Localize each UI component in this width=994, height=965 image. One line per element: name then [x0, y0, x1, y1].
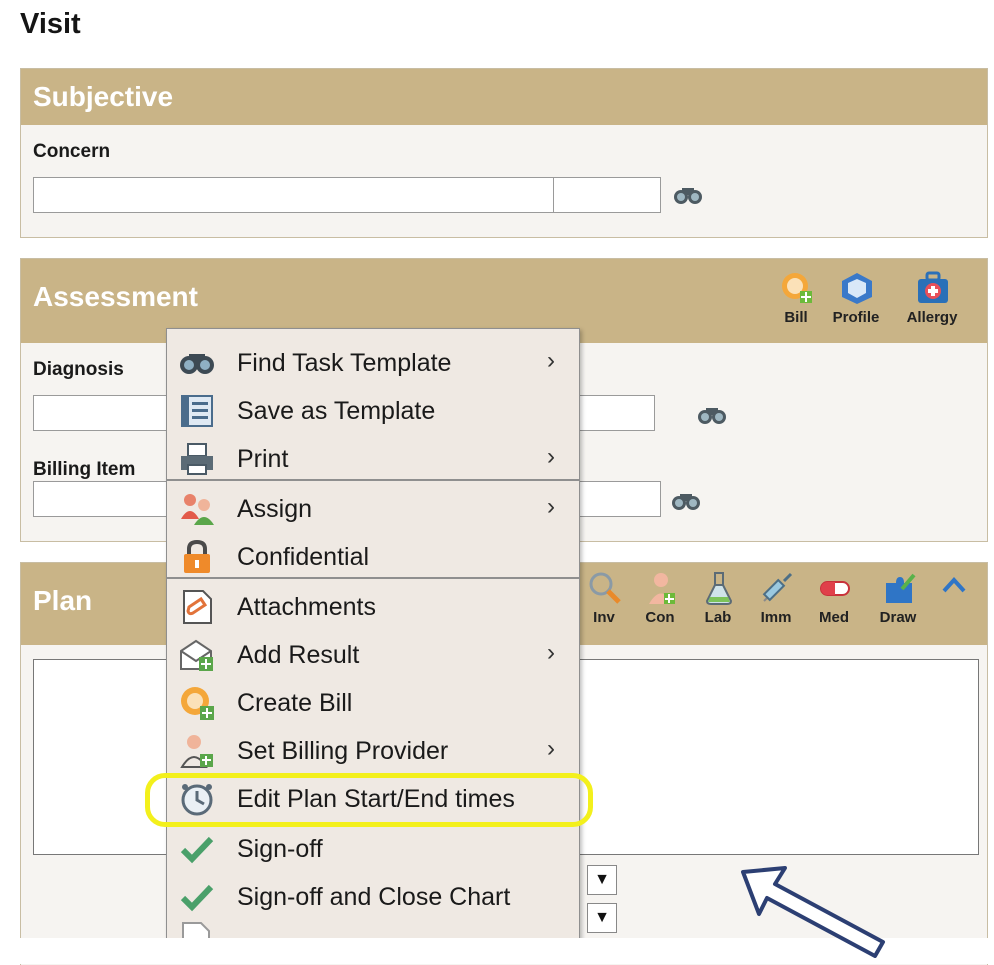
diagnosis-label: Diagnosis — [33, 359, 124, 380]
menu-item-sign-off[interactable]: Sign-off — [167, 825, 577, 873]
binoculars-icon[interactable] — [671, 491, 701, 516]
add-result-icon — [180, 639, 213, 671]
med-label: Med — [819, 609, 849, 626]
menu-item-print[interactable]: Print › — [167, 435, 577, 483]
concern-label: Concern — [33, 141, 111, 162]
medical-kit-icon — [918, 271, 948, 303]
printer-icon — [181, 443, 213, 475]
menu-item-label: Create Bill — [237, 689, 353, 717]
menu-item-label: Add Result — [237, 641, 360, 669]
menu-item-find-task-template[interactable]: Find Task Template › — [167, 339, 577, 387]
arrow-annotation-icon — [735, 862, 895, 963]
menu-item-label: Sign-off — [237, 835, 323, 863]
allergy-label: Allergy — [906, 309, 958, 326]
flask-icon — [705, 572, 733, 605]
menu-item-label: Save as Template — [237, 397, 436, 425]
checkmark-icon — [180, 884, 214, 912]
menu-item-confidential[interactable]: Confidential — [167, 533, 577, 581]
template-icon — [181, 395, 213, 427]
draw-label: Draw — [879, 609, 917, 626]
binoculars-icon — [180, 354, 214, 374]
highlight-annotation — [145, 773, 593, 827]
concern-input[interactable] — [33, 177, 555, 213]
menu-item-label: Assign — [237, 495, 313, 523]
chevron-right-icon: › — [547, 443, 555, 470]
menu-item-label: Attachments — [237, 593, 376, 621]
menu-item-label: Set Billing Provider — [237, 737, 449, 765]
syringe-icon — [762, 572, 793, 602]
menu-item-save-as-template[interactable]: Save as Template — [167, 387, 577, 435]
binoculars-icon[interactable] — [673, 185, 703, 210]
people-icon — [181, 494, 214, 525]
plan-select-1[interactable]: ▼ — [587, 865, 617, 895]
menu-item-label: Confidential — [237, 543, 370, 571]
inv-label: Inv — [593, 609, 615, 626]
menu-item-create-bill[interactable]: Create Bill — [167, 679, 577, 727]
chevron-right-icon: › — [547, 347, 555, 374]
chevron-right-icon: › — [547, 639, 555, 666]
profile-icon — [842, 273, 872, 304]
binoculars-icon[interactable] — [697, 405, 727, 430]
attachment-icon — [183, 590, 212, 624]
lab-label: Lab — [704, 609, 732, 626]
collapse-chevron-icon[interactable] — [941, 575, 967, 600]
imm-label: Imm — [760, 609, 792, 626]
page-title: Visit — [20, 8, 81, 40]
menu-separator — [167, 479, 579, 481]
menu-separator — [167, 577, 579, 579]
menu-item-sign-off-close-chart[interactable]: Sign-off and Close Chart — [167, 873, 577, 921]
subjective-title: Subjective — [33, 81, 174, 112]
assessment-title: Assessment — [33, 281, 198, 312]
subjective-section: Subjective Concern — [20, 68, 988, 238]
checkmark-icon — [180, 836, 214, 864]
lock-icon — [184, 539, 210, 573]
plan-title: Plan — [33, 585, 93, 616]
profile-label: Profile — [832, 309, 880, 326]
concern-code-input[interactable] — [553, 177, 661, 213]
magnifier-icon — [589, 572, 621, 604]
menu-item-label: Print — [237, 445, 289, 473]
create-bill-icon — [181, 687, 214, 720]
chevron-right-icon: › — [547, 493, 555, 520]
menu-item-assign[interactable]: Assign › — [167, 485, 577, 533]
billing-item-label: Billing Item — [33, 459, 136, 480]
context-menu: Find Task Template › Save as Template Pr… — [166, 328, 580, 942]
con-label: Con — [645, 609, 675, 626]
menu-item-label: Find Task Template — [237, 349, 452, 377]
capsule-icon — [820, 581, 850, 596]
menu-item-add-result[interactable]: Add Result › — [167, 631, 577, 679]
puzzle-icon — [886, 573, 916, 603]
menu-item-attachments[interactable]: Attachments — [167, 583, 577, 631]
consult-icon — [649, 573, 675, 604]
plan-select-2[interactable]: ▼ — [587, 903, 617, 933]
menu-item-set-billing-provider[interactable]: Set Billing Provider › — [167, 727, 577, 775]
chevron-right-icon: › — [547, 735, 555, 762]
menu-item-label: Sign-off and Close Chart — [237, 883, 511, 911]
bill-icon — [782, 273, 812, 303]
subjective-header: Subjective — [21, 69, 987, 125]
billing-provider-icon — [180, 735, 213, 768]
bill-label: Bill — [784, 309, 808, 326]
